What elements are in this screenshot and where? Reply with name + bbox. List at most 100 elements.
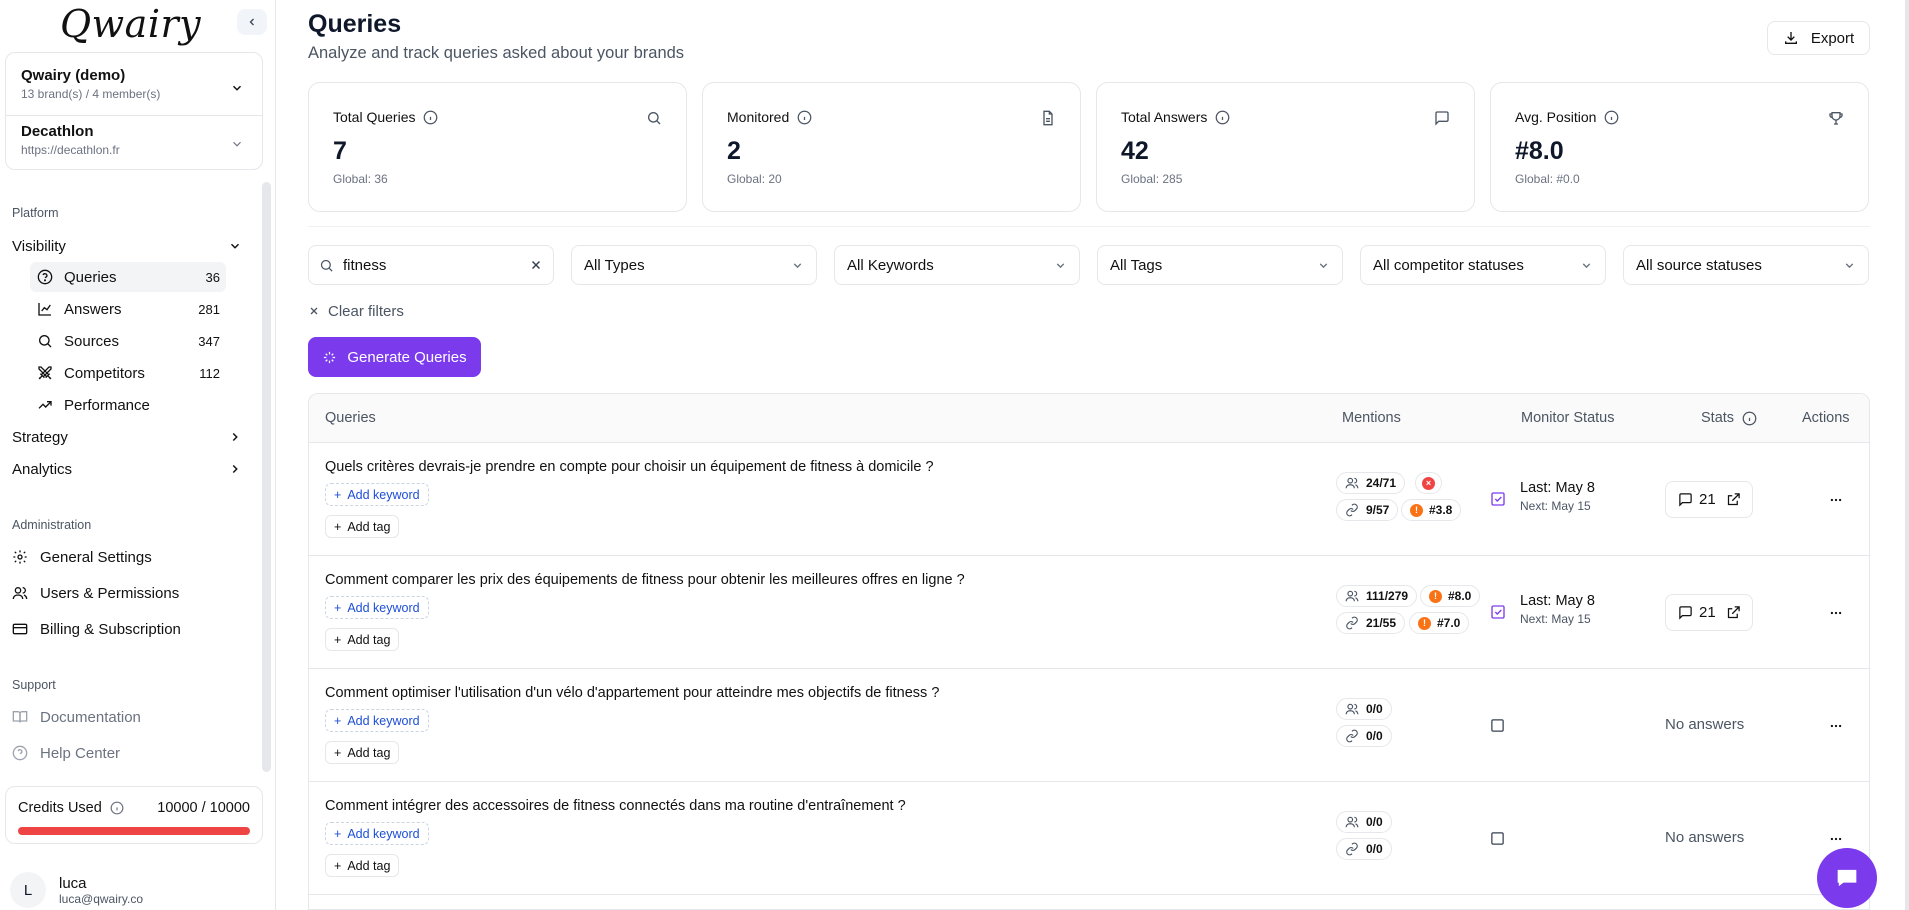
chevron-left-icon bbox=[249, 18, 254, 26]
add-tag-button[interactable]: + Add tag bbox=[325, 741, 400, 764]
sidebar-item-competitors[interactable]: Competitors 112 bbox=[30, 358, 226, 388]
query-text[interactable]: Comment comparer les prix des équipement… bbox=[325, 572, 965, 588]
monitored-checkbox-icon[interactable] bbox=[1490, 491, 1506, 507]
sidebar-item-answers[interactable]: Answers 281 bbox=[30, 294, 226, 324]
monitor-checkbox-icon[interactable] bbox=[1490, 831, 1505, 846]
answers-stats-button[interactable]: 21 bbox=[1665, 481, 1753, 518]
sidebar-item-performance[interactable]: Performance bbox=[30, 390, 226, 420]
column-header-stats[interactable]: Stats bbox=[1701, 410, 1757, 426]
sidebar-item-count: 281 bbox=[198, 301, 220, 317]
plus-icon: + bbox=[334, 745, 342, 760]
add-keyword-button[interactable]: + Add keyword bbox=[325, 822, 429, 845]
sidebar-scrollbar[interactable] bbox=[262, 182, 271, 772]
info-icon[interactable] bbox=[1215, 110, 1230, 125]
nav-group-strategy[interactable]: Strategy bbox=[12, 424, 244, 450]
column-header-monitor-status[interactable]: Monitor Status bbox=[1521, 410, 1615, 426]
table-row[interactable]: Quels critères devrais-je prendre en com… bbox=[309, 443, 1869, 556]
query-text[interactable]: Quels critères devrais-je prendre en com… bbox=[325, 459, 934, 475]
sidebar-item-documentation[interactable]: Documentation bbox=[12, 703, 141, 731]
clear-filters-button[interactable]: Clear filters bbox=[308, 300, 404, 322]
brand-mentions-pill: 24/71 bbox=[1336, 472, 1406, 494]
link-icon bbox=[1346, 729, 1358, 743]
more-horizontal-icon[interactable] bbox=[1828, 606, 1844, 620]
page-title: Queries bbox=[308, 10, 402, 38]
sidebar-item-users-permissions[interactable]: Users & Permissions bbox=[12, 579, 179, 607]
more-horizontal-icon[interactable] bbox=[1828, 493, 1844, 507]
chevron-down-icon bbox=[1319, 263, 1328, 269]
file-text-icon bbox=[1043, 110, 1053, 126]
competitor-status-select[interactable]: All competitor statuses bbox=[1360, 245, 1606, 285]
nav-group-analytics[interactable]: Analytics bbox=[12, 456, 244, 482]
collapse-sidebar-button[interactable] bbox=[237, 9, 267, 35]
column-header-actions: Actions bbox=[1802, 410, 1850, 426]
help-circle-icon bbox=[12, 745, 30, 761]
credits-value: 10000 / 10000 bbox=[157, 800, 250, 816]
link-icon bbox=[1346, 842, 1358, 856]
line-chart-icon bbox=[36, 301, 54, 317]
types-select[interactable]: All Types bbox=[571, 245, 817, 285]
info-icon[interactable] bbox=[797, 110, 812, 125]
brand-selector[interactable]: Decathlon https://decathlon.fr bbox=[21, 123, 252, 173]
sidebar-item-queries[interactable]: Queries 36 bbox=[30, 262, 226, 292]
plus-icon: + bbox=[334, 858, 342, 873]
chat-widget-button[interactable] bbox=[1817, 848, 1877, 908]
tags-select[interactable]: All Tags bbox=[1097, 245, 1343, 285]
page-scrollbar[interactable] bbox=[1905, 0, 1909, 910]
generate-queries-button[interactable]: Generate Queries bbox=[308, 337, 481, 377]
add-tag-button[interactable]: + Add tag bbox=[325, 515, 400, 538]
brand-url: https://decathlon.fr bbox=[21, 143, 120, 157]
add-keyword-button[interactable]: + Add keyword bbox=[325, 483, 429, 506]
stat-label: Total Answers bbox=[1121, 109, 1208, 125]
sidebar-item-label: Answers bbox=[64, 300, 122, 318]
brand-logo[interactable]: Qwairy bbox=[60, 2, 201, 46]
nav-group-label: Strategy bbox=[12, 428, 68, 446]
export-button[interactable]: Export bbox=[1767, 21, 1870, 55]
column-header-queries[interactable]: Queries bbox=[325, 410, 376, 426]
sidebar-item-help-center[interactable]: Help Center bbox=[12, 739, 120, 767]
nav-group-visibility[interactable]: Visibility bbox=[12, 233, 244, 259]
source-status-select[interactable]: All source statuses bbox=[1623, 245, 1869, 285]
sidebar-item-label: Users & Permissions bbox=[40, 584, 180, 602]
search-field[interactable] bbox=[308, 245, 554, 285]
more-horizontal-icon[interactable] bbox=[1828, 719, 1844, 733]
info-icon[interactable] bbox=[1604, 110, 1619, 125]
chevron-right-icon bbox=[232, 464, 238, 474]
add-tag-button[interactable]: + Add tag bbox=[325, 854, 400, 877]
sidebar-item-label: Competitors bbox=[64, 364, 145, 382]
message-square-icon bbox=[1679, 493, 1692, 507]
query-text[interactable]: Comment optimiser l'utilisation d'un vél… bbox=[325, 685, 939, 701]
add-keyword-button[interactable]: + Add keyword bbox=[325, 709, 429, 732]
sidebar-item-count: 112 bbox=[199, 365, 220, 381]
table-row[interactable]: Comment comparer les prix des équipement… bbox=[309, 556, 1869, 669]
sidebar-item-sources[interactable]: Sources 347 bbox=[30, 326, 226, 356]
search-input[interactable] bbox=[343, 256, 523, 274]
monitor-checkbox-icon[interactable] bbox=[1490, 718, 1505, 733]
add-tag-button[interactable]: + Add tag bbox=[325, 628, 400, 651]
divider bbox=[308, 226, 1870, 227]
table-row[interactable]: Comment intégrer des accessoires de fitn… bbox=[309, 782, 1869, 895]
workspace-selector[interactable]: Qwairy (demo) 13 brand(s) / 4 member(s) bbox=[21, 67, 252, 117]
mention-count: 111/279 bbox=[1366, 589, 1409, 603]
close-icon bbox=[310, 307, 318, 315]
sidebar-item-billing[interactable]: Billing & Subscription bbox=[12, 615, 181, 643]
add-keyword-button[interactable]: + Add keyword bbox=[325, 596, 429, 619]
position-value: #8.0 bbox=[1448, 589, 1472, 603]
user-profile[interactable]: L luca luca@qwairy.co bbox=[10, 872, 143, 908]
close-icon[interactable] bbox=[529, 258, 543, 272]
keywords-select[interactable]: All Keywords bbox=[834, 245, 1080, 285]
workspace-meta: 13 brand(s) / 4 member(s) bbox=[21, 87, 161, 101]
stat-global: Global: 20 bbox=[727, 172, 782, 186]
add-tag-label: Add tag bbox=[347, 519, 391, 534]
query-text[interactable]: Comment intégrer des accessoires de fitn… bbox=[325, 798, 906, 814]
more-horizontal-icon[interactable] bbox=[1828, 832, 1844, 846]
sidebar-item-general-settings[interactable]: General Settings bbox=[12, 543, 152, 571]
info-icon[interactable] bbox=[423, 110, 438, 125]
users-icon bbox=[12, 585, 30, 601]
info-icon[interactable] bbox=[1742, 411, 1757, 426]
info-icon[interactable] bbox=[110, 801, 124, 815]
answers-stats-button[interactable]: 21 bbox=[1665, 594, 1753, 631]
column-header-mentions[interactable]: Mentions bbox=[1342, 410, 1401, 426]
monitored-checkbox-icon[interactable] bbox=[1490, 604, 1506, 620]
mention-count: 21/55 bbox=[1366, 616, 1397, 630]
table-row[interactable]: Comment optimiser l'utilisation d'un vél… bbox=[309, 669, 1869, 782]
